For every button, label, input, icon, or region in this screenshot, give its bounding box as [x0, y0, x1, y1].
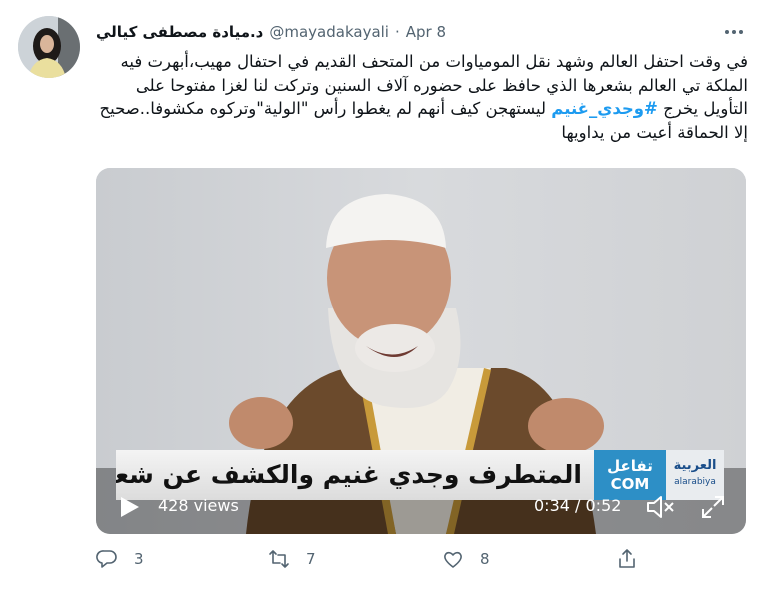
reply-count: 3	[134, 550, 144, 568]
like-count: 8	[480, 550, 490, 568]
view-count: 428 views	[158, 496, 239, 515]
volume-muted-icon[interactable]	[646, 494, 676, 520]
heart-icon	[444, 551, 462, 568]
action-bar: 3 7 8	[96, 548, 656, 578]
tafaul-logo-text: تفاعل	[607, 457, 653, 475]
hashtag-link[interactable]: #وجدي_غنيم	[551, 99, 658, 118]
retweet-button[interactable]: 7	[268, 548, 316, 570]
share-button[interactable]	[616, 548, 638, 570]
video-player[interactable]: المتطرف وجدي غنيم والكشف عن شعر مومياء !…	[96, 168, 746, 534]
avatar[interactable]	[18, 16, 80, 78]
alarabiya-logo-text: العربية	[673, 458, 717, 473]
retweet-icon	[269, 550, 289, 568]
video-time: 0:34 / 0:52	[534, 496, 622, 515]
tweet-text: في وقت احتفل العالم وشهد نقل المومياوات …	[96, 50, 748, 144]
tweet-date[interactable]: Apr 8	[406, 23, 446, 41]
more-options-icon[interactable]	[722, 22, 746, 42]
fullscreen-icon[interactable]	[700, 494, 726, 520]
tweet-header: د.ميادة مصطفى كيالي @mayadakayali · Apr …	[96, 20, 446, 44]
separator: ·	[394, 23, 400, 41]
tweet: د.ميادة مصطفى كيالي @mayadakayali · Apr …	[0, 0, 768, 590]
reply-icon	[96, 550, 117, 568]
handle[interactable]: @mayadakayali	[269, 23, 389, 41]
reply-button[interactable]: 3	[96, 548, 144, 570]
video-controls: 428 views 0:34 / 0:52	[96, 476, 746, 534]
share-icon	[619, 549, 635, 568]
retweet-count: 7	[306, 550, 316, 568]
display-name[interactable]: د.ميادة مصطفى كيالي	[96, 23, 263, 41]
play-icon[interactable]	[120, 496, 140, 518]
like-button[interactable]: 8	[442, 548, 490, 570]
